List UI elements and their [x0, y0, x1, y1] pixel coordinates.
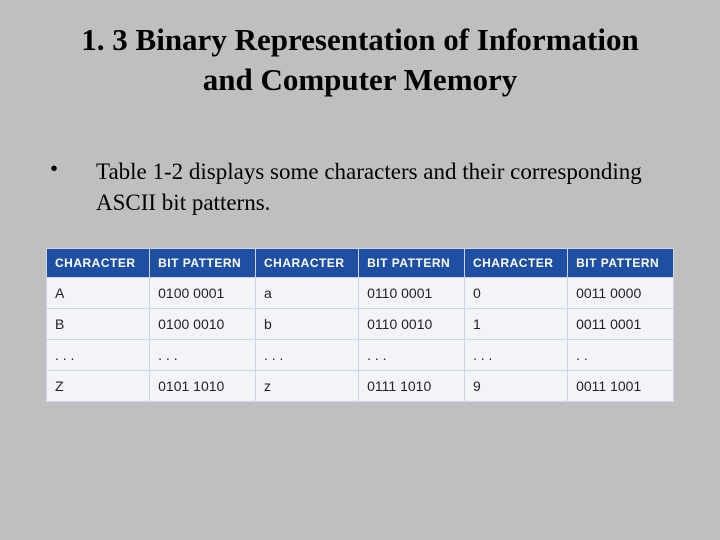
cell: 9	[464, 370, 567, 401]
cell: 0100 0010	[150, 308, 256, 339]
col-header: BIT PATTERN	[359, 248, 465, 277]
cell: A	[47, 277, 150, 308]
cell: . . .	[359, 339, 465, 370]
title-line-2: and Computer Memory	[203, 62, 518, 97]
cell: . . .	[464, 339, 567, 370]
table-row: A 0100 0001 a 0110 0001 0 0011 0000	[47, 277, 674, 308]
cell: 1	[464, 308, 567, 339]
cell: 0110 0001	[359, 277, 465, 308]
col-header: CHARACTER	[47, 248, 150, 277]
table-row: B 0100 0010 b 0110 0010 1 0011 0001	[47, 308, 674, 339]
cell: Z	[47, 370, 150, 401]
cell: z	[255, 370, 358, 401]
cell: . . .	[150, 339, 256, 370]
cell: 0011 1001	[568, 370, 674, 401]
col-header: BIT PATTERN	[568, 248, 674, 277]
col-header: BIT PATTERN	[150, 248, 256, 277]
cell: 0101 1010	[150, 370, 256, 401]
cell: b	[255, 308, 358, 339]
bullet-row: • Table 1-2 displays some characters and…	[30, 156, 690, 218]
ascii-table: CHARACTER BIT PATTERN CHARACTER BIT PATT…	[46, 248, 674, 402]
cell: 0111 1010	[359, 370, 465, 401]
title-line-1: 1. 3 Binary Representation of Informatio…	[81, 22, 638, 57]
cell: . . .	[47, 339, 150, 370]
cell: 0011 0001	[568, 308, 674, 339]
cell: a	[255, 277, 358, 308]
bullet-text: Table 1-2 displays some characters and t…	[96, 156, 670, 218]
bullet-marker: •	[50, 156, 96, 182]
cell: . . .	[255, 339, 358, 370]
cell: 0	[464, 277, 567, 308]
table-row: Z 0101 1010 z 0111 1010 9 0011 1001	[47, 370, 674, 401]
col-header: CHARACTER	[255, 248, 358, 277]
cell: B	[47, 308, 150, 339]
ascii-table-header-row: CHARACTER BIT PATTERN CHARACTER BIT PATT…	[47, 248, 674, 277]
col-header: CHARACTER	[464, 248, 567, 277]
cell: 0100 0001	[150, 277, 256, 308]
cell: 0011 0000	[568, 277, 674, 308]
cell: 0110 0010	[359, 308, 465, 339]
ascii-table-wrap: CHARACTER BIT PATTERN CHARACTER BIT PATT…	[46, 248, 674, 402]
slide: 1. 3 Binary Representation of Informatio…	[0, 0, 720, 540]
cell: . .	[568, 339, 674, 370]
table-row: . . . . . . . . . . . . . . . . .	[47, 339, 674, 370]
slide-title: 1. 3 Binary Representation of Informatio…	[60, 20, 660, 101]
